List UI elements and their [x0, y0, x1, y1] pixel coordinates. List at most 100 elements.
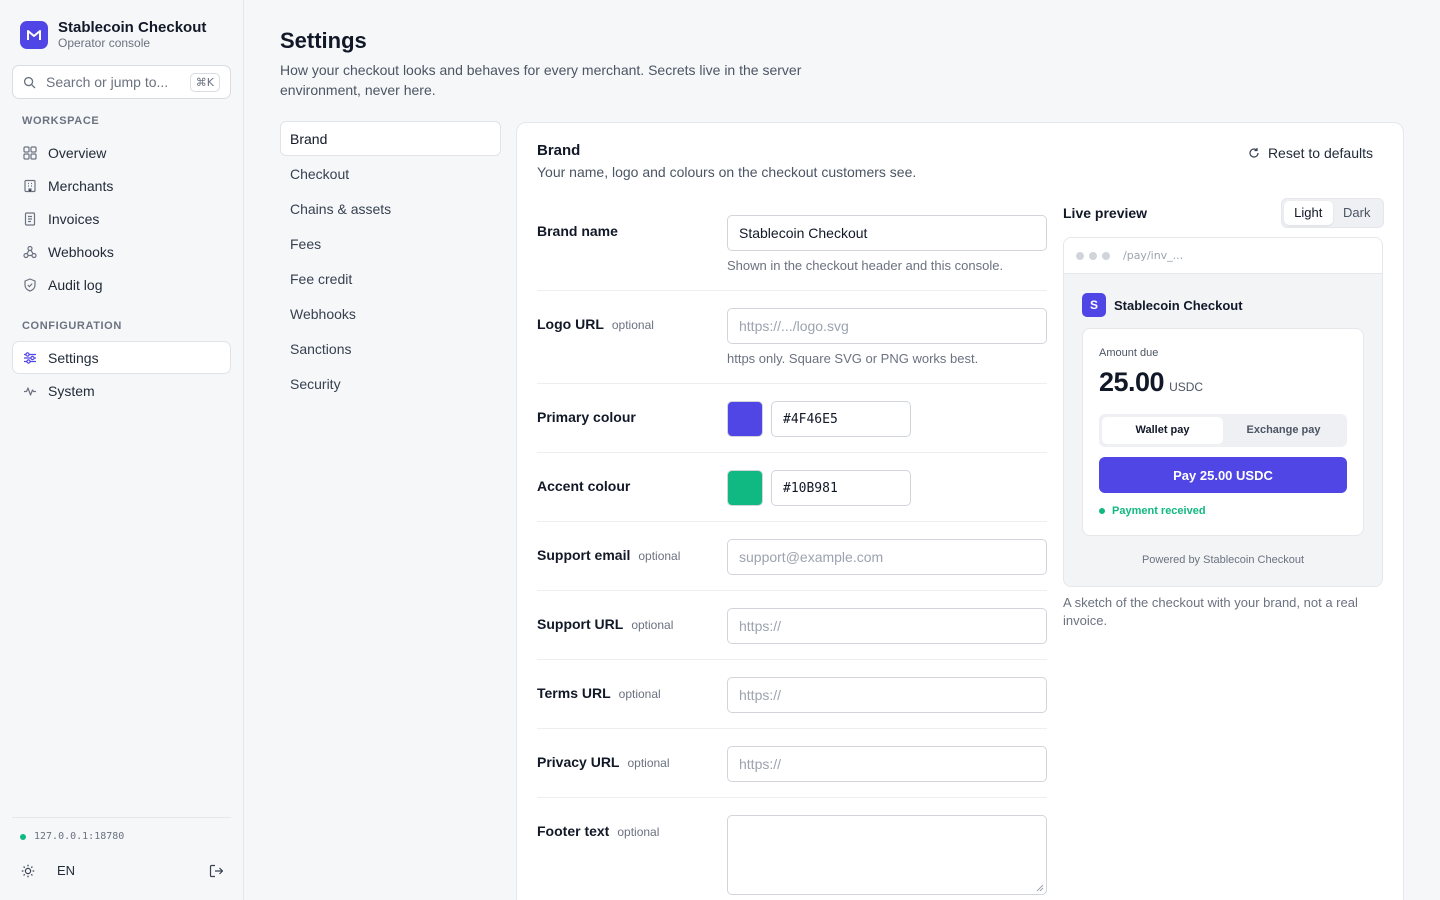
panel-title: Brand [537, 142, 581, 159]
preview-tab-wallet: Wallet pay [1102, 417, 1223, 444]
preview-status-text: Payment received [1112, 505, 1206, 517]
footer-text-field[interactable] [727, 815, 1047, 895]
preview-note: A sketch of the checkout with your brand… [1063, 595, 1358, 628]
sidebar-item-audit-log[interactable]: Audit log [12, 268, 231, 301]
preview-currency: USDC [1169, 380, 1204, 394]
optional-tag: optional [618, 687, 661, 701]
preview-frame: /pay/inv_... S Stablecoin Checkout Amoun… [1063, 237, 1383, 587]
search-shortcut: ⌘K [189, 72, 220, 92]
reset-label: Reset to defaults [1267, 145, 1373, 161]
optional-tag: optional [638, 549, 681, 563]
preview-browser-bar: /pay/inv_... [1064, 238, 1382, 274]
primary-colour-swatch[interactable] [727, 401, 763, 437]
panel-description: Your name, logo and colours on the check… [537, 164, 917, 180]
support-url-label: Support URL optional [537, 616, 674, 632]
sidebar-item-label: Invoices [48, 210, 100, 227]
app-title: Stablecoin Checkout [58, 19, 207, 36]
logo-url-field[interactable]: https://.../logo.svg [727, 308, 1047, 344]
shield-icon [24, 277, 36, 292]
server-host: 127.0.0.1:18780 [34, 831, 125, 842]
sidebar-item-invoices[interactable]: Invoices [12, 202, 231, 235]
sidebar-item-label: Merchants [48, 177, 114, 194]
preview-brand: S Stablecoin Checkout [1082, 293, 1243, 317]
search-icon [23, 76, 36, 88]
sidebar-item-label: Settings [48, 349, 99, 366]
sidebar-item-merchants[interactable]: Merchants [12, 169, 231, 202]
settings-tab-chains-assets[interactable]: Chains & assets [280, 191, 501, 226]
sidebar-item-label: Overview [48, 144, 107, 161]
row-divider [537, 590, 1047, 591]
settings-tab-brand[interactable]: Brand [280, 121, 501, 156]
nav-section-workspace: WORKSPACE [22, 115, 100, 127]
sidebar-item-overview[interactable]: Overview [12, 136, 231, 169]
status-dot [1099, 508, 1105, 514]
preview-pay-button: Pay 25.00 USDC [1099, 457, 1347, 493]
sidebar-footer: EN [21, 863, 224, 878]
optional-tag: optional [611, 318, 654, 332]
document-icon [24, 211, 36, 226]
refresh-icon [1249, 148, 1259, 158]
sun-icon[interactable] [21, 864, 35, 878]
brand-name-field[interactable]: Stablecoin Checkout [727, 215, 1047, 251]
live-preview-title: Live preview [1063, 205, 1148, 221]
row-divider [537, 452, 1047, 453]
settings-tab-checkout[interactable]: Checkout [280, 156, 501, 191]
support-email-label: Support email optional [537, 547, 681, 563]
support-email-field[interactable]: support@example.com [727, 539, 1047, 575]
row-divider [537, 521, 1047, 522]
preview-mode-toggle: Light Dark [1281, 198, 1384, 228]
preview-pay-tabs: Wallet pay Exchange pay [1099, 414, 1347, 447]
preview-amount-label: Amount due [1099, 347, 1159, 359]
logout-icon[interactable] [209, 864, 224, 878]
server-status: 127.0.0.1:18780 [20, 831, 124, 842]
webhook-icon [23, 245, 37, 258]
footer-text-label: Footer text optional [537, 823, 660, 839]
preview-status: Payment received [1099, 505, 1206, 517]
row-divider [537, 290, 1047, 291]
preview-tab-exchange: Exchange pay [1246, 424, 1321, 436]
status-dot [20, 833, 26, 840]
optional-tag: optional [617, 825, 660, 839]
app-brand[interactable]: Stablecoin Checkout Operator console [20, 20, 206, 50]
privacy-url-label: Privacy URL optional [537, 754, 670, 770]
brand-name-label: Brand name [537, 223, 618, 239]
search-input[interactable]: Search or jump to... ⌘K [12, 65, 231, 99]
accent-colour-swatch[interactable] [727, 470, 763, 506]
settings-tab-fees[interactable]: Fees [280, 226, 501, 261]
settings-tab-sanctions[interactable]: Sanctions [280, 331, 501, 366]
reset-defaults-button[interactable]: Reset to defaults [1248, 145, 1373, 161]
privacy-url-field[interactable]: https:// [727, 746, 1047, 782]
brand-panel: Brand Your name, logo and colours on the… [516, 122, 1404, 900]
row-divider [537, 728, 1047, 729]
activity-icon [24, 386, 36, 396]
primary-colour-label: Primary colour [537, 409, 636, 425]
primary-colour-field[interactable]: #4F46E5 [771, 401, 911, 437]
resize-handle-icon[interactable] [1036, 884, 1044, 892]
terms-url-field[interactable]: https:// [727, 677, 1047, 713]
settings-tab-security[interactable]: Security [280, 366, 501, 401]
terms-url-label: Terms URL optional [537, 685, 661, 701]
settings-tab-fee-credit[interactable]: Fee credit [280, 261, 501, 296]
logo-url-label: Logo URL optional [537, 316, 654, 332]
window-dot [1102, 251, 1110, 260]
preview-powered-by: Powered by Stablecoin Checkout [1141, 554, 1305, 566]
preview-logo: S [1082, 293, 1106, 317]
preview-mode-light[interactable]: Light [1284, 201, 1333, 225]
window-dot [1089, 251, 1097, 260]
optional-tag: optional [631, 618, 674, 632]
brand-name-hint: Shown in the checkout header and this co… [727, 258, 1004, 273]
accent-colour-field[interactable]: #10B981 [771, 470, 911, 506]
sidebar: Stablecoin Checkout Operator console Sea… [0, 0, 244, 900]
sidebar-item-webhooks[interactable]: Webhooks [12, 235, 231, 268]
search-placeholder: Search or jump to... [46, 74, 169, 90]
support-url-field[interactable]: https:// [727, 608, 1047, 644]
settings-tab-webhooks[interactable]: Webhooks [280, 296, 501, 331]
sidebar-item-settings[interactable]: Settings [12, 341, 231, 374]
preview-amount-value: 25.00 [1099, 367, 1165, 397]
preview-url: /pay/inv_... [1123, 249, 1184, 262]
language-toggle[interactable]: EN [57, 863, 209, 878]
preview-mode-dark[interactable]: Dark [1333, 201, 1382, 225]
page-description: How your checkout looks and behaves for … [280, 62, 802, 98]
preview-brand-name: Stablecoin Checkout [1114, 297, 1243, 313]
sidebar-item-system[interactable]: System [12, 374, 231, 407]
